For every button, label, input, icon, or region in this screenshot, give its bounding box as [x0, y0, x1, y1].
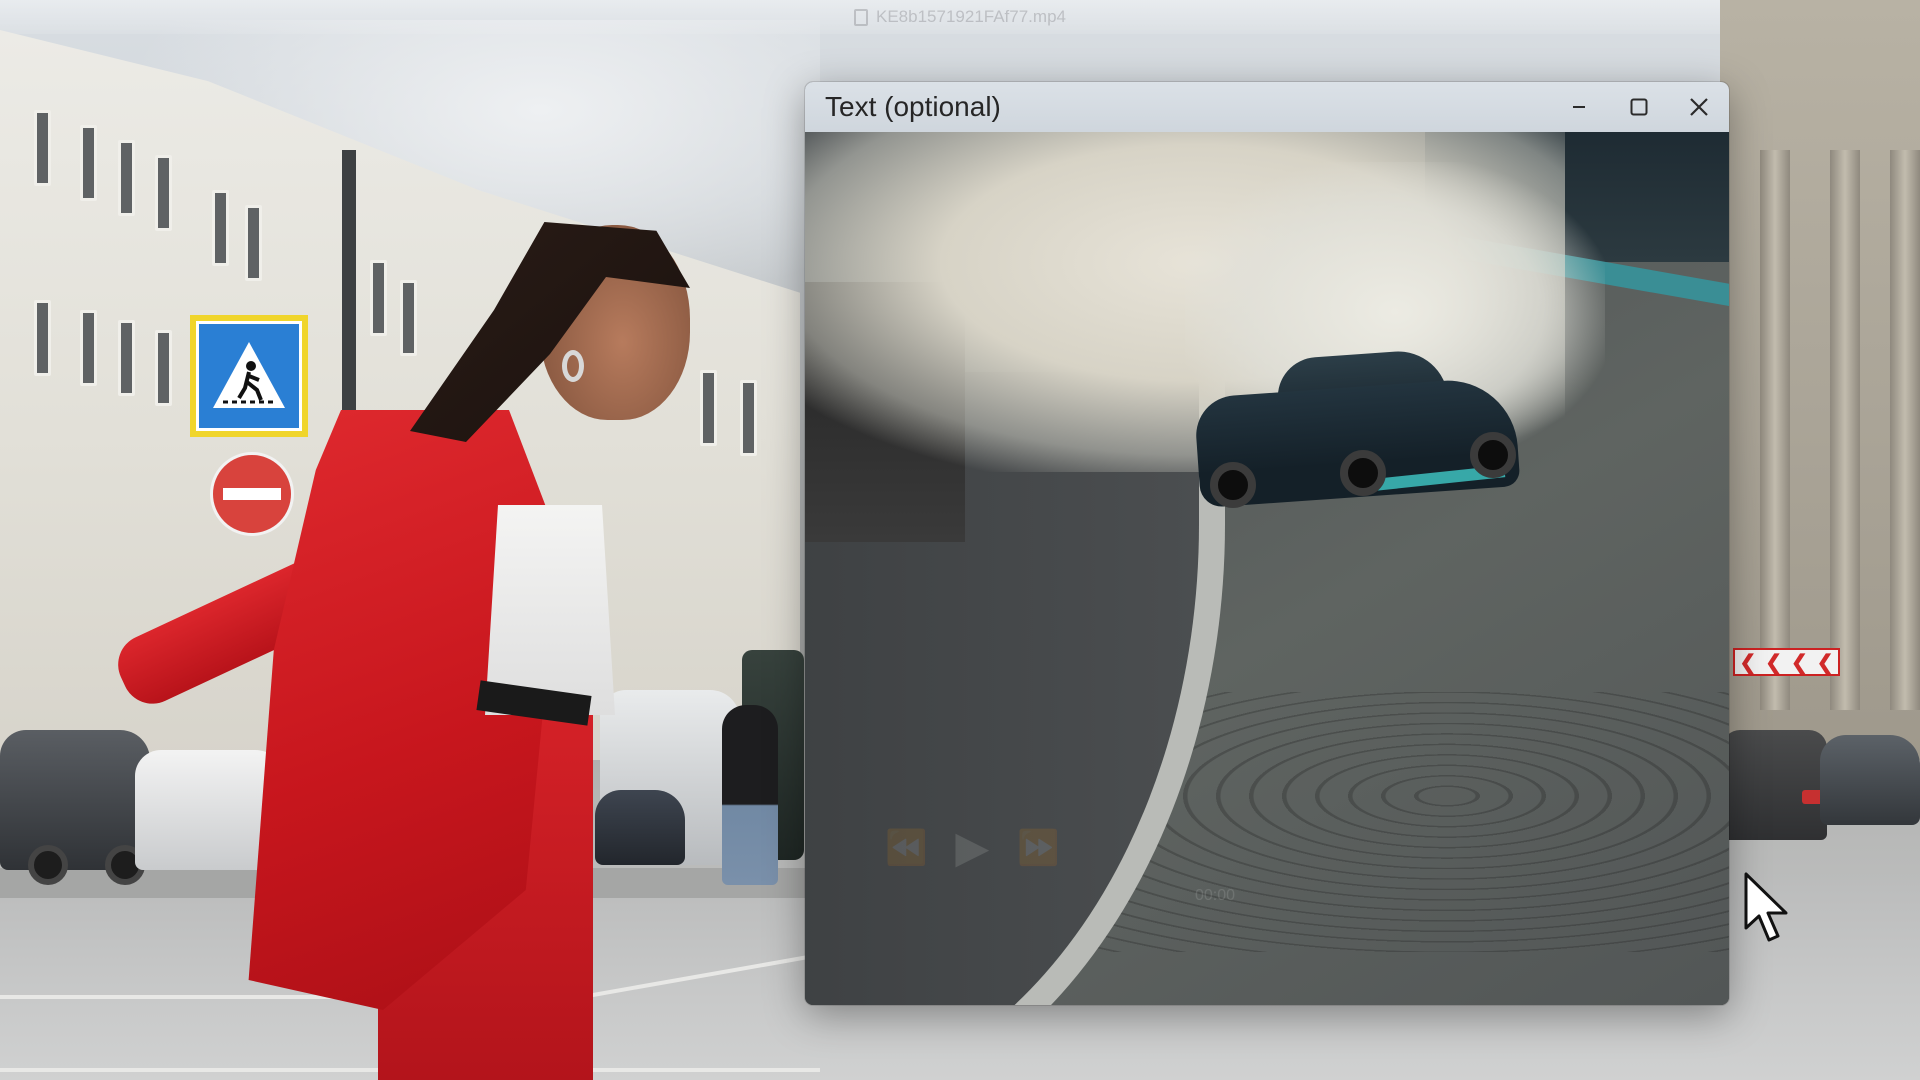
building-window: [400, 280, 417, 356]
building-window: [740, 380, 757, 456]
background-filename: KE8b1571921FAf77.mp4: [876, 7, 1066, 26]
building-window: [370, 260, 387, 336]
video-frame[interactable]: ⏪ ▶ ⏩ 00:00: [805, 132, 1729, 1005]
building-window: [212, 190, 229, 266]
document-icon: [854, 8, 868, 26]
mouse-cursor-icon: [1744, 872, 1788, 942]
parked-car: [595, 790, 685, 865]
rewind-icon[interactable]: ⏪: [885, 828, 927, 868]
pedestrian: [722, 705, 778, 885]
play-icon[interactable]: ▶: [955, 822, 989, 873]
window-titlebar[interactable]: Text (optional): [805, 82, 1729, 132]
building-window: [80, 125, 97, 201]
building-window: [80, 310, 97, 386]
fast-forward-icon[interactable]: ⏩: [1017, 828, 1059, 868]
minimize-icon: [1573, 106, 1585, 108]
building-window: [118, 140, 135, 216]
close-icon: [1690, 98, 1708, 116]
building-window: [245, 205, 262, 281]
building-column: [1830, 150, 1860, 710]
drift-car-wheel: [1210, 462, 1256, 508]
close-button[interactable]: [1669, 82, 1729, 132]
drift-car-wheel: [1470, 432, 1516, 478]
pedestrian-crossing-sign: [190, 315, 308, 437]
no-entry-sign: [210, 452, 294, 536]
player-controls[interactable]: ⏪ ▶ ⏩ 00:00: [885, 822, 1345, 932]
earring: [562, 350, 584, 382]
building-window: [155, 330, 172, 406]
building-window: [34, 110, 51, 186]
car-wheel: [28, 845, 68, 885]
window-title: Text (optional): [825, 91, 1001, 122]
pedestrian-icon: [213, 342, 285, 408]
building-window: [700, 370, 717, 446]
video-player-window[interactable]: Text (optional) ⏪ ▶ ⏩ 00:00: [805, 82, 1729, 1005]
building-column: [1760, 150, 1790, 710]
drift-car-wheel: [1340, 450, 1386, 496]
chevron-sign: ❮ ❮ ❮ ❮: [1733, 648, 1840, 676]
building-window: [118, 320, 135, 396]
building-window: [34, 300, 51, 376]
playback-time: 00:00: [1194, 887, 1236, 904]
building-column: [1890, 150, 1920, 710]
maximize-icon: [1630, 98, 1648, 116]
desktop-background: KE8b1571921FAf77.mp4 ❮ ❮ ❮ ❮ Text (optio…: [0, 0, 1920, 1080]
minimize-button[interactable]: [1549, 82, 1609, 132]
parked-car: [1722, 730, 1827, 840]
parked-car: [1820, 735, 1920, 825]
maximize-button[interactable]: [1609, 82, 1669, 132]
building-window: [155, 155, 172, 231]
